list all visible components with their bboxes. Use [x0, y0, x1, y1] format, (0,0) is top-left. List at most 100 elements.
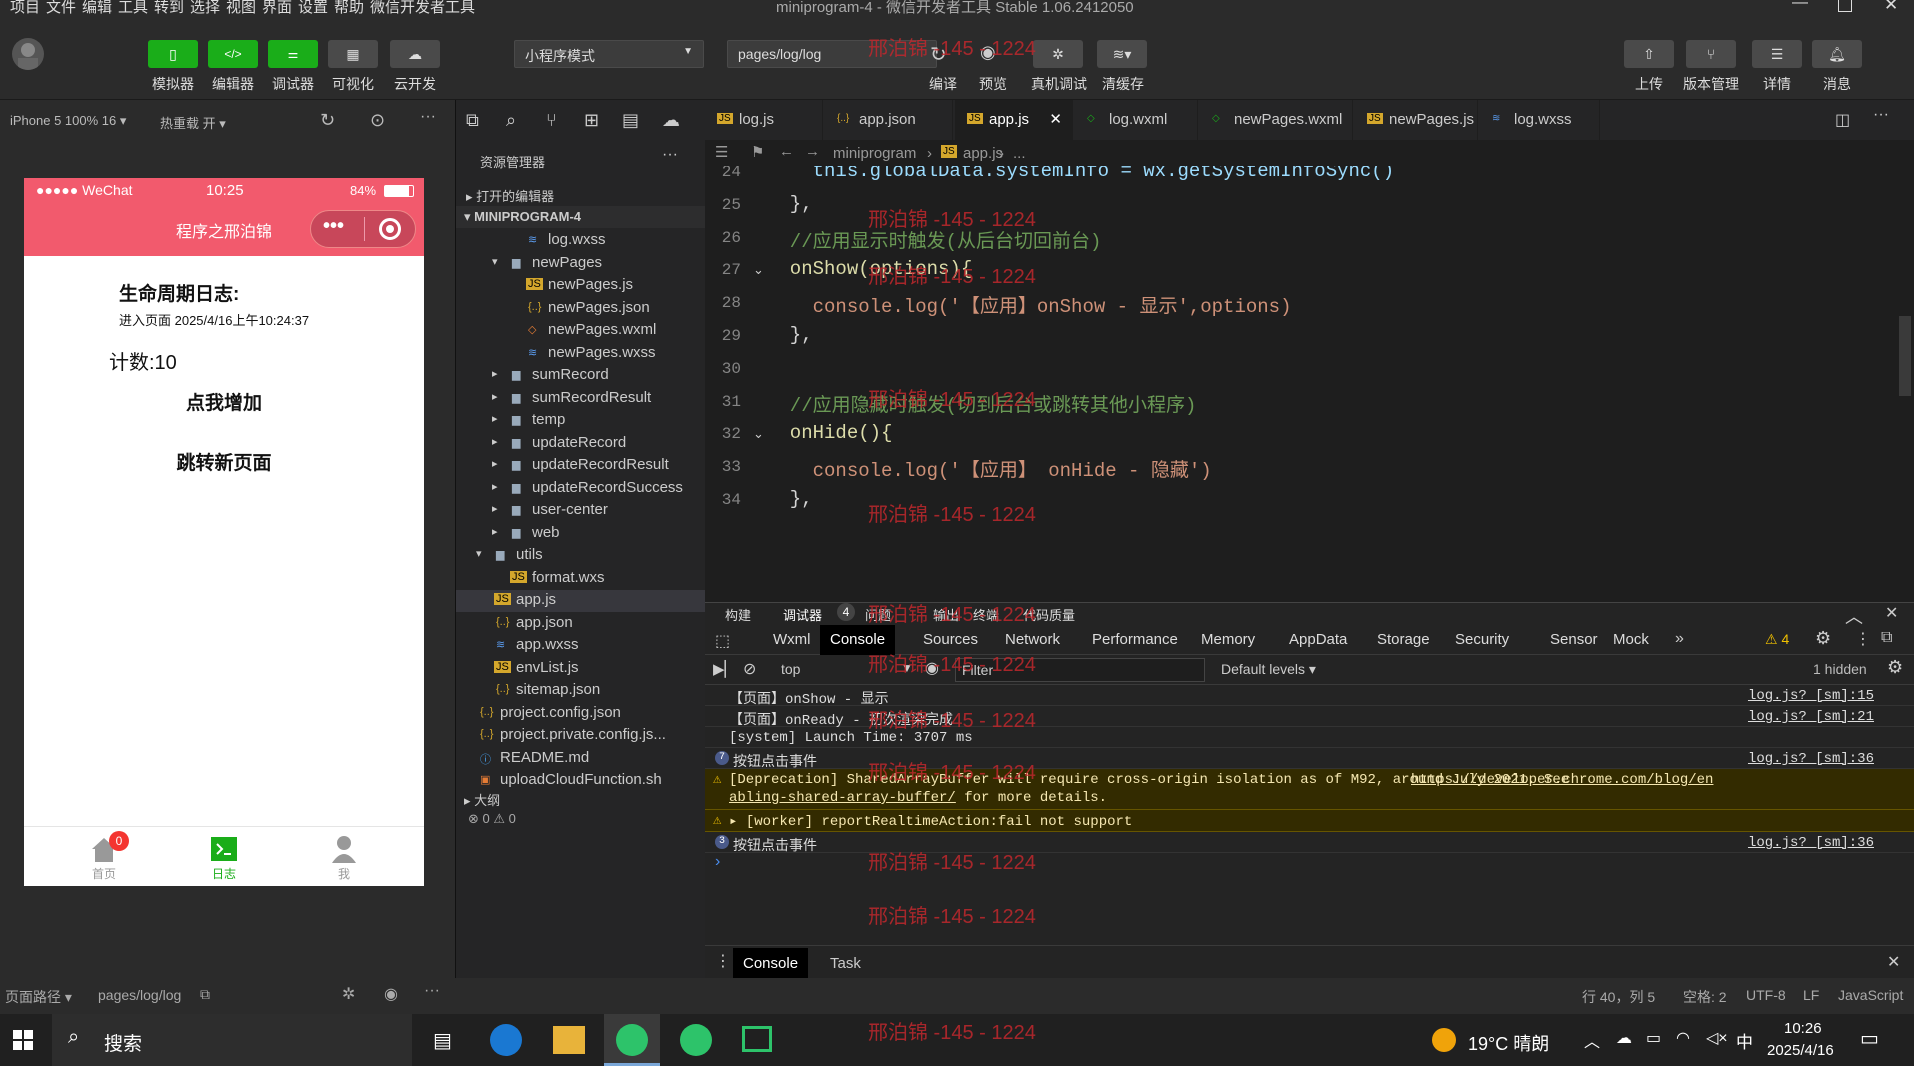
- real-debug-button[interactable]: ✲: [1033, 40, 1083, 68]
- undock-icon[interactable]: ⧉: [1881, 629, 1892, 647]
- tree-item[interactable]: ⓘ README.md: [456, 748, 706, 770]
- more-icon[interactable]: ···: [420, 108, 436, 126]
- bookmark-icon[interactable]: ⚑: [751, 143, 764, 161]
- language-mode[interactable]: JavaScript: [1838, 987, 1903, 1003]
- console-row[interactable]: ⚠ ▸ [worker] reportRealtimeAction:fail no…: [705, 810, 1914, 832]
- code-line[interactable]: onHide(){: [767, 422, 893, 444]
- wechat-icon[interactable]: [680, 1024, 712, 1056]
- edge-icon[interactable]: [490, 1024, 522, 1056]
- chevron-right-icon[interactable]: ▸: [492, 480, 498, 493]
- panel-tab[interactable]: Wxml: [773, 625, 811, 655]
- preview-label[interactable]: 预览: [963, 74, 1023, 94]
- terminal-app-icon[interactable]: [742, 1026, 772, 1052]
- jump-button[interactable]: 跳转新页面: [24, 448, 424, 475]
- more-icon[interactable]: ···: [424, 982, 440, 1000]
- code-line[interactable]: },: [767, 193, 813, 215]
- panel-icon[interactable]: ▤: [622, 110, 639, 131]
- code-line[interactable]: },: [767, 324, 813, 346]
- maximize-icon[interactable]: [1838, 0, 1852, 12]
- editor-button[interactable]: </>: [208, 40, 258, 68]
- close-circle-icon[interactable]: [379, 218, 401, 240]
- drawer-tab-console[interactable]: Console: [733, 948, 809, 980]
- clock-time[interactable]: 10:26: [1784, 1020, 1822, 1037]
- cloud-button[interactable]: ☁: [390, 40, 440, 68]
- tab-log[interactable]: 日志: [189, 831, 259, 883]
- more-dots-icon[interactable]: •••: [323, 215, 344, 238]
- source-link[interactable]: log.js? [sm]:36: [1748, 835, 1874, 851]
- menu-edit[interactable]: 编辑: [82, 0, 112, 16]
- more-tabs-icon[interactable]: »: [1675, 630, 1684, 648]
- fold-chevron-icon[interactable]: ⌄: [753, 262, 764, 278]
- chevron-right-icon[interactable]: ▸: [492, 412, 498, 425]
- devtools-top-tab[interactable]: 构建: [725, 605, 751, 624]
- simulator-button[interactable]: ▯: [148, 40, 198, 68]
- debugger-button[interactable]: ⚌: [268, 40, 318, 68]
- back-icon[interactable]: ←: [779, 143, 794, 160]
- code-line[interactable]: },: [767, 488, 813, 510]
- tree-item[interactable]: {..} sitemap.json: [456, 680, 706, 702]
- eol[interactable]: LF: [1803, 987, 1819, 1003]
- cursor-position[interactable]: 行 40，列 5: [1582, 987, 1655, 1007]
- chevron-right-icon[interactable]: ▸: [492, 390, 498, 403]
- route-select[interactable]: 页面路径 ▾: [5, 987, 72, 1007]
- tab-newPages-wxml[interactable]: ◇ newPages.wxml: [1200, 100, 1353, 140]
- panel-tab[interactable]: Performance: [1092, 625, 1178, 655]
- console-prompt[interactable]: ›: [715, 853, 720, 871]
- windows-icon[interactable]: [13, 1030, 33, 1050]
- tree-item[interactable]: {..} project.config.json: [456, 703, 706, 725]
- upload-button[interactable]: ⇧: [1624, 40, 1674, 68]
- tree-item[interactable]: ≋ newPages.wxss: [456, 343, 706, 365]
- tree-item[interactable]: ▸ ▆ updateRecordResult: [456, 455, 706, 477]
- panel-tab[interactable]: Sensor: [1550, 625, 1598, 655]
- problems-count[interactable]: ⊗ 0 ⚠ 0: [468, 811, 516, 827]
- minimize-icon[interactable]: —: [1792, 0, 1808, 12]
- tree-item[interactable]: {..} newPages.json: [456, 298, 706, 320]
- tab-log-wxss[interactable]: ≋ log.wxss: [1480, 100, 1600, 140]
- sidebar-toggle-icon[interactable]: ▶▏: [713, 660, 736, 678]
- details-button[interactable]: ☰: [1752, 40, 1802, 68]
- cloud-icon[interactable]: ☁: [1616, 1028, 1632, 1048]
- menu-select[interactable]: 选择: [190, 0, 220, 16]
- files-icon[interactable]: ⧉: [466, 110, 479, 131]
- hot-reload-toggle[interactable]: 热重载 开 ▾: [160, 113, 226, 132]
- kebab-icon[interactable]: ⋮: [715, 951, 731, 971]
- tab-app-js[interactable]: JS app.js ✕: [955, 100, 1073, 140]
- weather-text[interactable]: 19°C 晴朗: [1468, 1030, 1549, 1056]
- kebab-icon[interactable]: ⋮: [1855, 629, 1871, 649]
- scroll-thumb[interactable]: [1899, 316, 1911, 396]
- close-icon[interactable]: ✕: [1887, 952, 1900, 972]
- search-icon[interactable]: ⌕: [506, 110, 516, 131]
- close-icon[interactable]: ✕: [1884, 0, 1898, 15]
- clear-console-icon[interactable]: ⊘: [743, 659, 756, 679]
- tree-item[interactable]: ▸ ▆ web: [456, 523, 706, 545]
- folder-icon[interactable]: [553, 1026, 585, 1054]
- close-icon[interactable]: ✕: [1885, 603, 1898, 623]
- menu-view[interactable]: 视图: [226, 0, 256, 16]
- inspect-icon[interactable]: ⬚: [715, 631, 730, 651]
- menu-file[interactable]: 文件: [46, 0, 76, 16]
- tree-item[interactable]: JS format.wxs: [456, 568, 706, 590]
- code-line[interactable]: console.log('【应用】 onHide - 隐藏'): [767, 455, 1212, 482]
- breadcrumb-root[interactable]: miniprogram: [833, 145, 916, 162]
- mode-select[interactable]: 小程序模式 ▼: [514, 40, 704, 68]
- console-row[interactable]: 【页面】onShow - 显示 log.js? [sm]:15: [705, 685, 1914, 708]
- indent-setting[interactable]: 空格: 2: [1683, 987, 1727, 1007]
- panel-tab[interactable]: Memory: [1201, 625, 1255, 655]
- tab-app-json[interactable]: {..} app.json: [825, 100, 953, 140]
- fold-chevron-icon[interactable]: ⌄: [753, 426, 764, 442]
- version-button[interactable]: ⑂: [1686, 40, 1736, 68]
- chevron-right-icon[interactable]: ▸: [492, 435, 498, 448]
- source-link[interactable]: log.js? [sm]:36: [1748, 751, 1874, 767]
- tab-log-wxml[interactable]: ◇ log.wxml: [1075, 100, 1198, 140]
- minimap-scrollbar[interactable]: [1897, 166, 1913, 602]
- visual-button[interactable]: ▦: [328, 40, 378, 68]
- tree-item[interactable]: ▸ ▆ user-center: [456, 500, 706, 522]
- split-editor-icon[interactable]: ◫: [1835, 110, 1850, 130]
- tree-item[interactable]: ▸ ▆ updateRecordSuccess: [456, 478, 706, 500]
- tree-item[interactable]: ▾ ▆ utils: [456, 545, 706, 567]
- panel-tab[interactable]: Storage: [1377, 625, 1430, 655]
- project-header[interactable]: ▾ MINIPROGRAM-4: [456, 206, 706, 228]
- chevron-right-icon[interactable]: ▸: [492, 457, 498, 470]
- chevron-right-icon[interactable]: ▸: [492, 367, 498, 380]
- capsule-menu[interactable]: •••: [310, 210, 416, 248]
